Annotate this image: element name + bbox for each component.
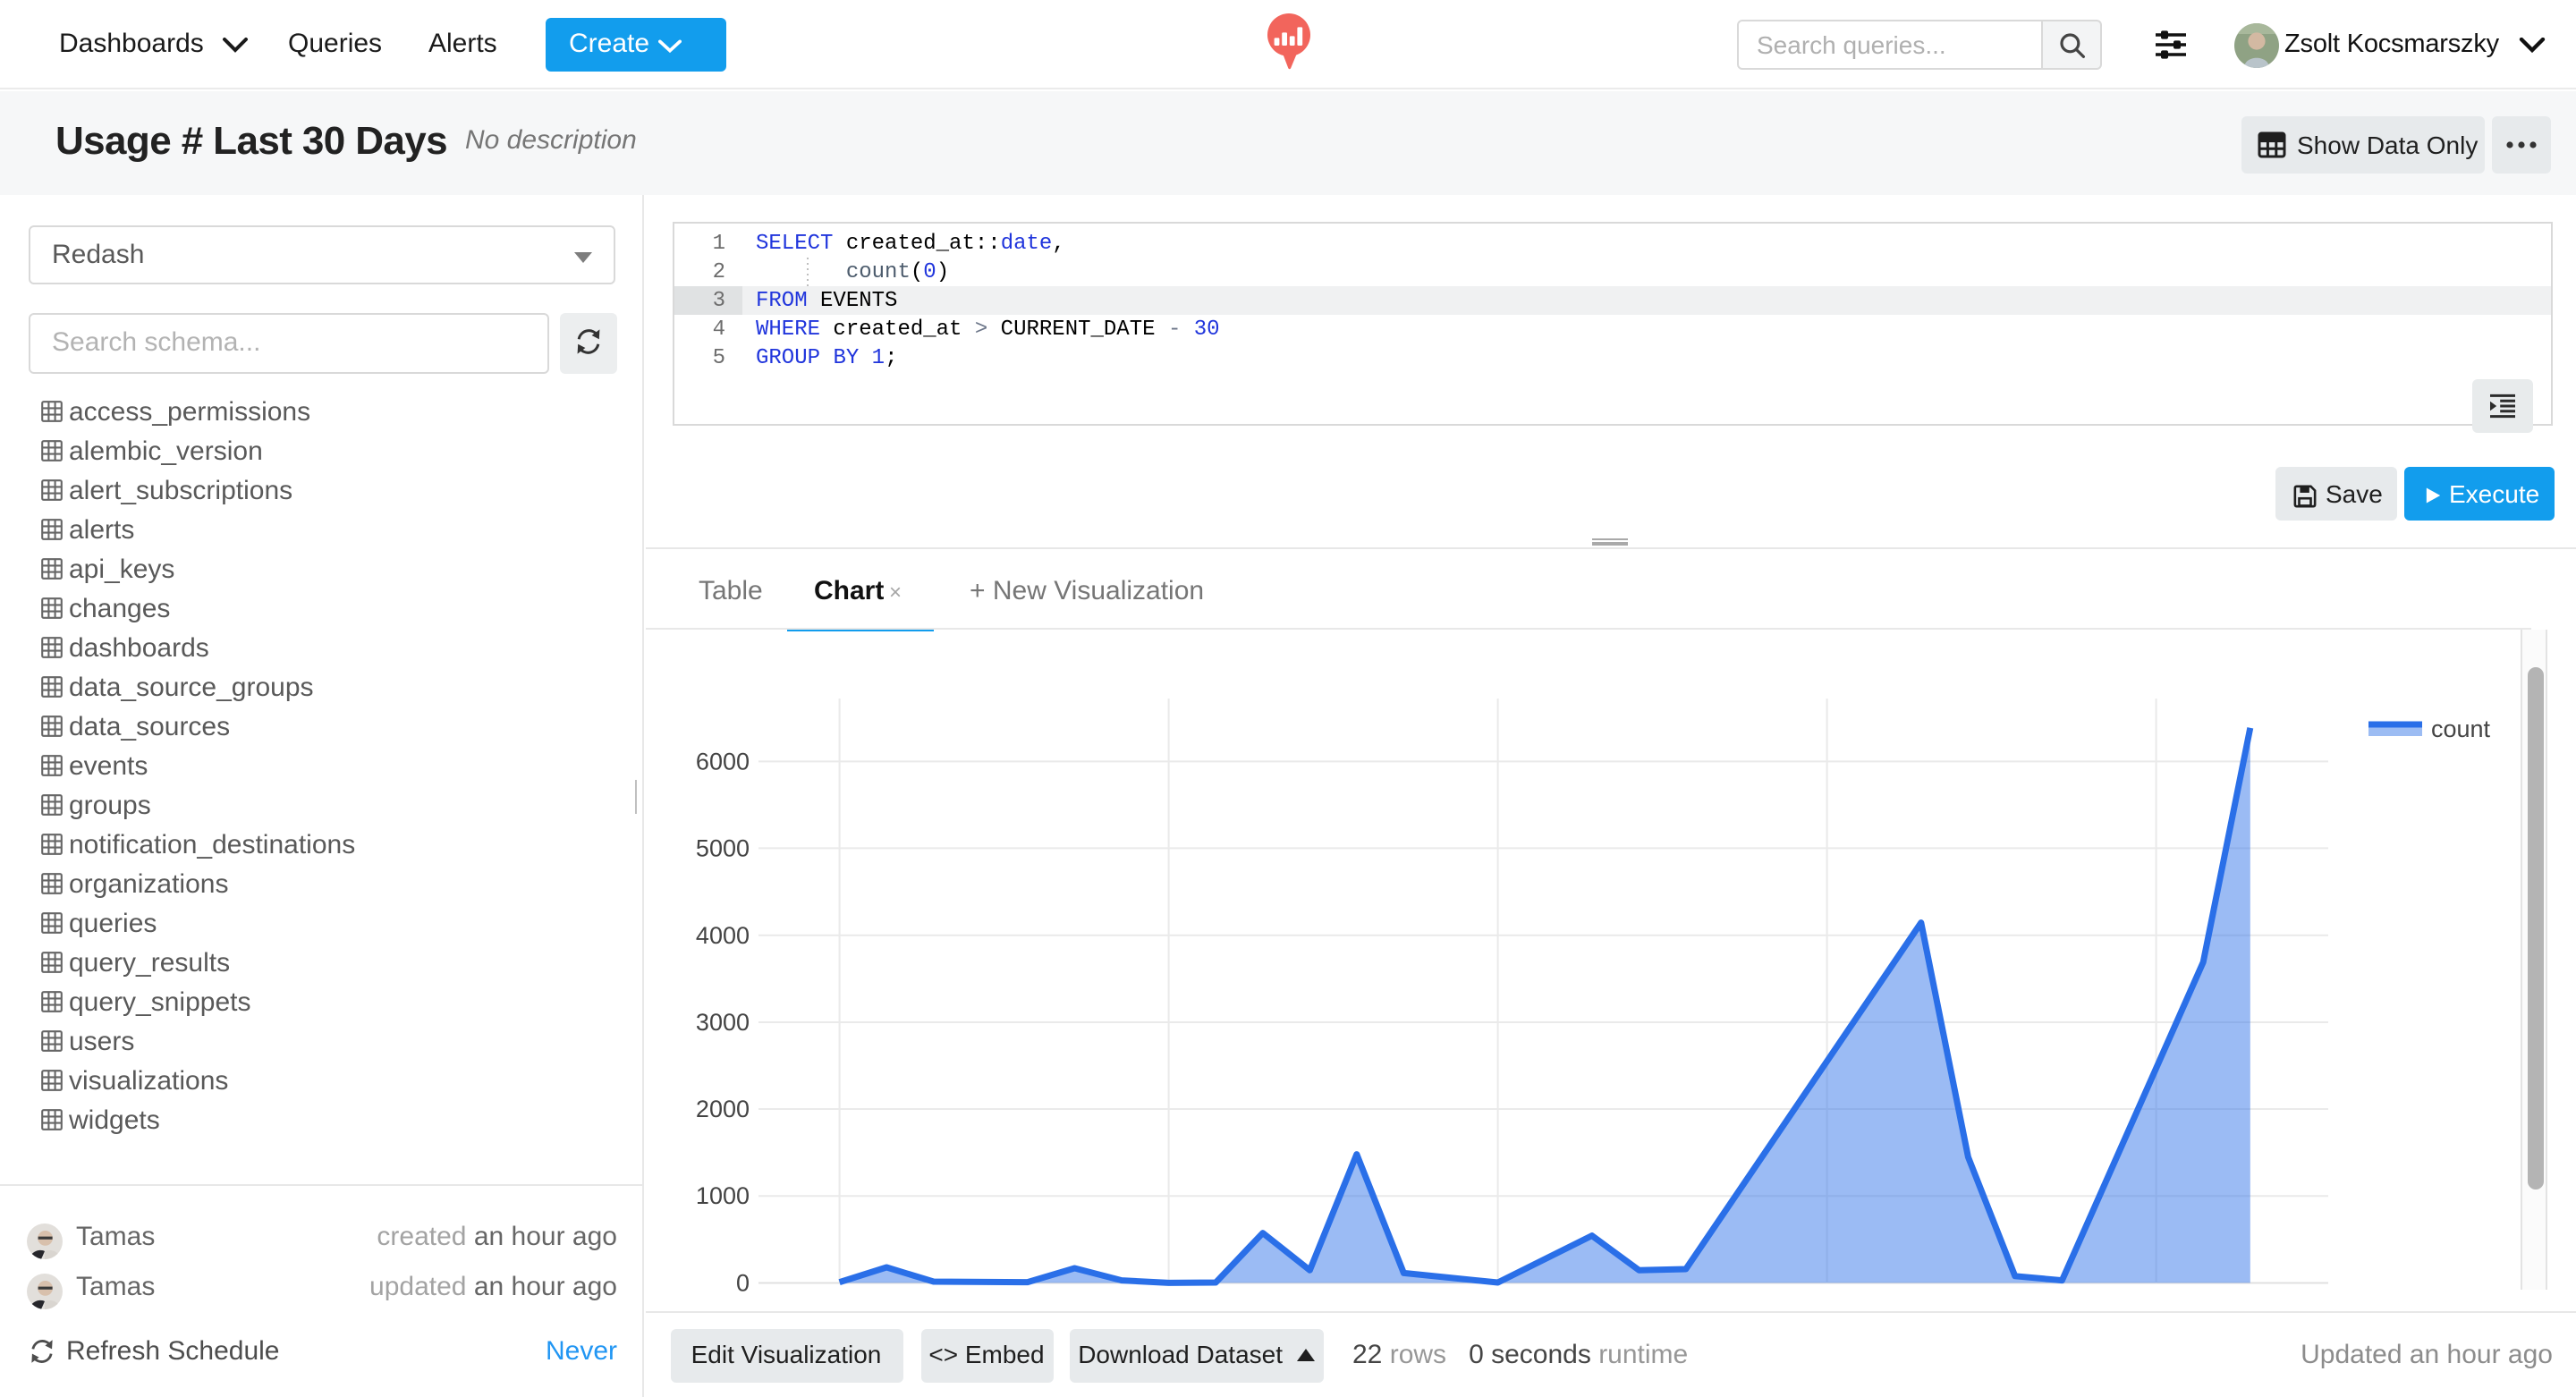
svg-text:0: 0 — [736, 1269, 750, 1296]
svg-text:1000: 1000 — [696, 1181, 750, 1208]
svg-text:6000: 6000 — [696, 747, 750, 774]
svg-text:2000: 2000 — [696, 1095, 750, 1122]
svg-text:5000: 5000 — [696, 834, 750, 860]
svg-text:4000: 4000 — [696, 921, 750, 948]
svg-text:3000: 3000 — [696, 1008, 750, 1035]
svg-text:count: count — [2431, 715, 2491, 741]
